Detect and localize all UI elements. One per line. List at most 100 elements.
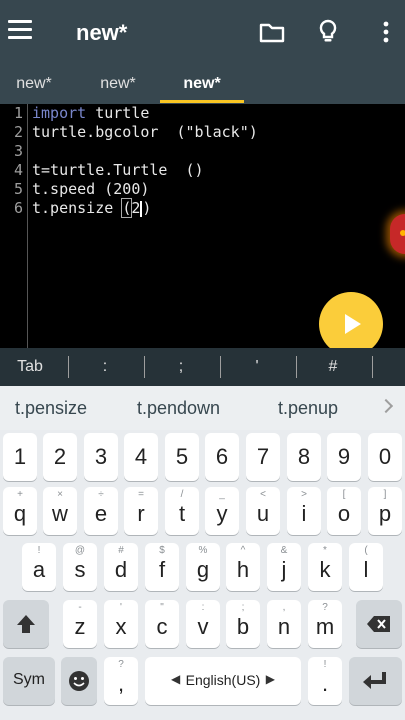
- backspace-key[interactable]: [356, 600, 402, 648]
- symbol-key-tab[interactable]: Tab: [0, 348, 65, 386]
- divider: [68, 356, 69, 378]
- key-z[interactable]: -z: [63, 600, 97, 648]
- line-number: 2: [13, 123, 23, 141]
- code-text: t.speed (200): [32, 180, 150, 198]
- backspace-icon: [367, 616, 390, 632]
- comma-key[interactable]: ?,: [104, 657, 138, 705]
- symbol-bar: Tab : ; ' #: [0, 348, 405, 386]
- key-b[interactable]: ; b: [226, 600, 260, 648]
- key-x[interactable]: ' x: [104, 600, 138, 648]
- key-p[interactable]: ] p: [368, 487, 402, 535]
- key-2[interactable]: 2: [43, 433, 77, 481]
- key-4[interactable]: 4: [124, 433, 158, 481]
- key-q[interactable]: + q: [3, 487, 37, 535]
- divider: [296, 356, 297, 378]
- chevron-left-icon: ◀: [171, 672, 181, 686]
- key-w[interactable]: × w: [43, 487, 77, 535]
- key-r[interactable]: = r: [124, 487, 158, 535]
- code-text: t=turtle.Turtle (): [32, 161, 204, 179]
- key-k[interactable]: * k: [308, 543, 342, 591]
- key-h[interactable]: ^ h: [226, 543, 260, 591]
- emoji-icon: [69, 671, 89, 691]
- key-3[interactable]: 3: [84, 433, 118, 481]
- on-screen-keyboard: 1 2 3 4 5 6 7 8 9 0 + q × w ÷ e = r / t _ y < u…: [0, 430, 405, 720]
- lightbulb-icon[interactable]: [314, 18, 342, 46]
- key-y[interactable]: _ y: [205, 487, 239, 535]
- code-line: 5 t.speed (200): [0, 180, 405, 199]
- code-text: ): [142, 199, 152, 217]
- key-u[interactable]: < u: [246, 487, 280, 535]
- symbol-key-semicolon[interactable]: ;: [146, 348, 216, 386]
- code-line: 1 import turtle: [0, 104, 405, 123]
- run-button[interactable]: [319, 292, 383, 356]
- code-text: t.pensize: [32, 199, 123, 217]
- line-number: 4: [13, 161, 23, 179]
- key-o[interactable]: [o: [327, 487, 361, 535]
- line-number: 6: [13, 199, 23, 217]
- divider: [220, 356, 221, 378]
- symbol-key-quote[interactable]: ': [222, 348, 292, 386]
- line-number: 5: [13, 180, 23, 198]
- suggestion-item[interactable]: t.pensize: [15, 398, 87, 419]
- period-key[interactable]: !.: [308, 657, 342, 705]
- code-text: turtle.bgcolor ("black"): [32, 123, 258, 141]
- chevron-right-icon: ▶: [265, 672, 275, 686]
- key-i[interactable]: > i: [287, 487, 321, 535]
- key-j[interactable]: & j: [267, 543, 301, 591]
- key-6[interactable]: 6: [205, 433, 239, 481]
- key-7[interactable]: 7: [246, 433, 280, 481]
- key-s[interactable]: @ s: [63, 543, 97, 591]
- key-9[interactable]: 9: [327, 433, 361, 481]
- key-0[interactable]: 0: [368, 433, 402, 481]
- key-f[interactable]: $ f: [145, 543, 179, 591]
- tab-file-3-active[interactable]: new*: [160, 66, 244, 104]
- space-bar[interactable]: English(US) ◀ ▶: [145, 657, 301, 705]
- matched-bracket: (: [121, 198, 133, 218]
- code-text: 2: [131, 199, 141, 217]
- page-title: new*: [76, 20, 128, 45]
- key-t[interactable]: / t: [165, 487, 199, 535]
- symbol-key-colon[interactable]: :: [70, 348, 140, 386]
- symbol-key-hash[interactable]: #: [298, 348, 368, 386]
- suggestion-item[interactable]: t.pendown: [137, 398, 220, 419]
- key-a[interactable]: ! a: [22, 543, 56, 591]
- key-v[interactable]: :v: [186, 600, 220, 648]
- code-line: 3: [0, 142, 405, 161]
- key-g[interactable]: % g: [186, 543, 220, 591]
- key-l[interactable]: (l: [349, 543, 383, 591]
- key-n[interactable]: ,n: [267, 600, 301, 648]
- key-5[interactable]: 5: [165, 433, 199, 481]
- divider: [144, 356, 145, 378]
- folder-icon[interactable]: [258, 18, 286, 46]
- shift-key[interactable]: [3, 600, 49, 648]
- play-icon: [345, 314, 361, 334]
- chevron-right-icon[interactable]: [378, 398, 394, 414]
- emoji-key[interactable]: [61, 657, 97, 705]
- code-line: 6 t.pensize (2): [0, 198, 405, 218]
- key-m[interactable]: ? m: [308, 600, 342, 648]
- code-keyword: import: [32, 104, 87, 122]
- divider: [372, 356, 373, 378]
- enter-icon: [363, 672, 386, 689]
- tab-file-2[interactable]: new*: [76, 66, 160, 104]
- code-line: 4 t=turtle.Turtle (): [0, 161, 405, 180]
- code-text: turtle: [86, 104, 150, 122]
- menu-icon[interactable]: [8, 20, 32, 40]
- suggestion-item[interactable]: t.penup: [278, 398, 338, 419]
- more-options-icon[interactable]: [372, 18, 400, 46]
- sym-key[interactable]: Sym: [3, 657, 55, 705]
- tab-file-1[interactable]: new*: [0, 66, 76, 104]
- line-number: 3: [13, 142, 23, 160]
- key-1[interactable]: 1: [3, 433, 37, 481]
- file-tabs: new* new* new*: [0, 66, 405, 104]
- enter-key[interactable]: [349, 657, 402, 705]
- code-line: 2 turtle.bgcolor ("black"): [0, 123, 405, 142]
- line-number: 1: [13, 104, 23, 122]
- suggestion-bar: t.pensize t.pendown t.penup: [0, 386, 405, 430]
- app-bar: new*: [0, 0, 405, 66]
- key-d[interactable]: # d: [104, 543, 138, 591]
- key-c[interactable]: " c: [145, 600, 179, 648]
- key-e[interactable]: ÷ e: [84, 487, 118, 535]
- key-8[interactable]: 8: [287, 433, 321, 481]
- floating-overlay-icon[interactable]: [390, 214, 405, 254]
